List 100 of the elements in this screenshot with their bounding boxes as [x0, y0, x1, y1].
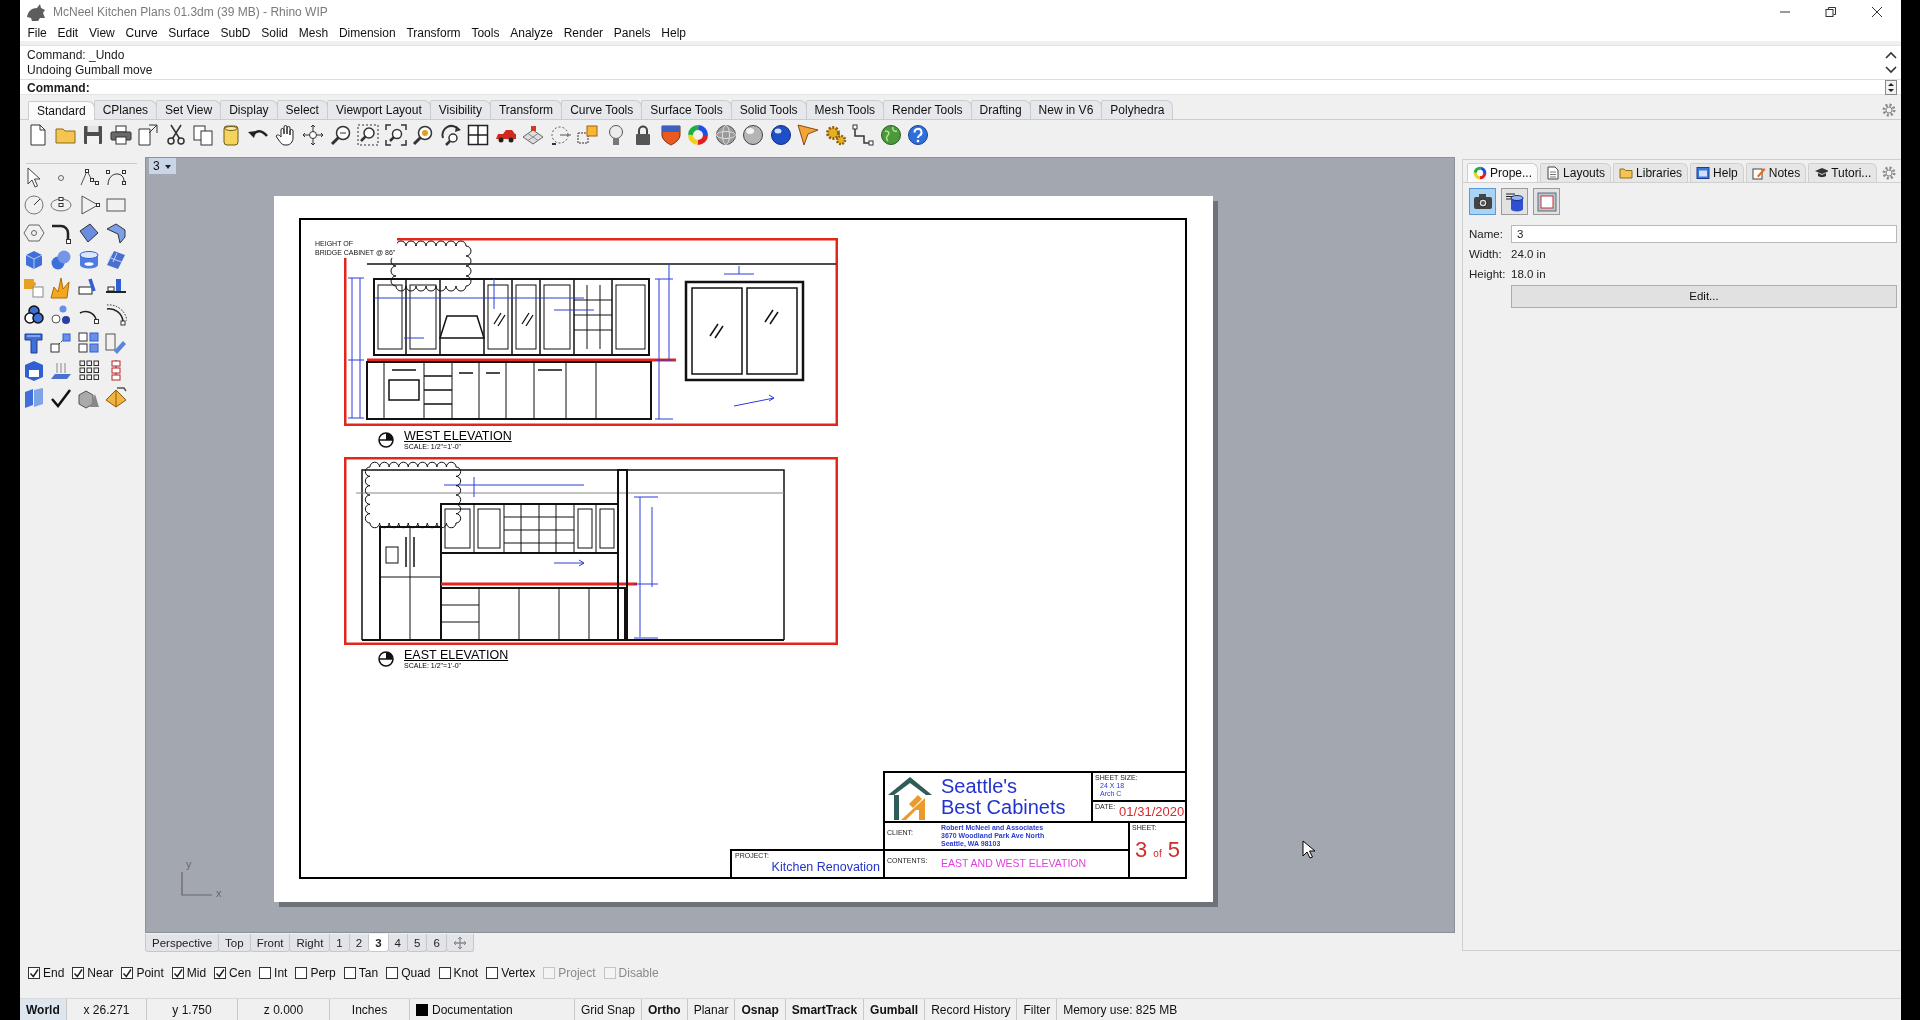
osnap-checkbox[interactable] [343, 966, 356, 979]
menu-item[interactable]: Surface [162, 25, 216, 40]
bent-surface-icon[interactable] [105, 221, 128, 244]
viewport-tab[interactable]: Top [218, 934, 251, 952]
menu-item[interactable]: View [83, 25, 121, 40]
pencil-tip-icon[interactable] [797, 124, 819, 146]
toolbar-tab[interactable]: Select [276, 100, 328, 119]
panel-tab[interactable]: Prope... [1467, 163, 1539, 182]
osnap-checkbox[interactable] [295, 966, 308, 979]
osnap-label[interactable]: Perp [310, 965, 336, 980]
osnap-checkbox[interactable] [438, 966, 451, 979]
toolbar-tab[interactable]: New in V6 [1029, 100, 1103, 119]
toolbar-tab[interactable]: Polyhedra [1101, 100, 1174, 119]
scroll-down-icon[interactable] [1885, 65, 1897, 74]
toolbar-tab[interactable]: Display [220, 100, 278, 119]
panel-tab[interactable]: Tutori... [1808, 163, 1878, 182]
toolbar-tab[interactable]: Mesh Tools [805, 100, 885, 119]
osnap-label[interactable]: Vertex [501, 965, 536, 980]
hexagon-icon[interactable] [22, 221, 45, 244]
toolbar-tab[interactable]: Viewport Layout [326, 100, 431, 119]
settings-icon[interactable] [1881, 101, 1897, 118]
status-toggle[interactable]: SmartTrack [785, 999, 865, 1020]
menu-item[interactable]: Analyze [504, 25, 559, 40]
status-toggle[interactable]: Grid Snap [575, 999, 643, 1020]
export-page-icon[interactable] [137, 124, 159, 146]
menu-item[interactable]: Render [558, 25, 609, 40]
menu-item[interactable]: Curve [120, 25, 163, 40]
restore-icon[interactable] [1825, 6, 1837, 18]
menu-item[interactable]: Mesh [293, 25, 334, 40]
settings-icon[interactable] [1881, 164, 1897, 181]
osnap-checkbox[interactable] [72, 966, 85, 979]
osnap-label[interactable]: Point [136, 965, 164, 980]
globe-icon[interactable] [879, 124, 902, 146]
osnap-label[interactable]: Cen [229, 965, 252, 980]
dashed-circle-icon[interactable] [549, 124, 572, 146]
t-shape-icon[interactable] [22, 331, 45, 354]
dot-cluster-icon[interactable] [50, 304, 73, 327]
zoom-selected-icon[interactable] [412, 124, 434, 146]
osnap-label[interactable]: Tan [358, 965, 379, 980]
osnap-checkbox[interactable] [171, 966, 184, 979]
osnap-label[interactable]: Quad [401, 965, 431, 980]
zoom-extents-icon[interactable] [384, 124, 407, 146]
surface-grid-icon[interactable] [105, 249, 128, 272]
shaded-sphere-icon[interactable] [742, 124, 764, 146]
osnap-label[interactable]: Knot [453, 965, 479, 980]
viewport-title-tab[interactable]: 3 [149, 158, 176, 174]
circle-icon[interactable] [22, 194, 45, 217]
array-squares-icon[interactable] [77, 331, 100, 354]
panel-tab[interactable]: Libraries [1613, 163, 1689, 182]
toolbar-tab[interactable]: Render Tools [883, 100, 972, 119]
menu-item[interactable]: Dimension [333, 25, 401, 40]
shield-icon[interactable] [659, 124, 682, 146]
status-toggle[interactable]: Gumball [864, 999, 926, 1020]
menu-item[interactable]: File [22, 25, 53, 40]
viewport-tab[interactable]: Right [289, 934, 331, 952]
panel-tab[interactable]: Layouts [1540, 163, 1612, 182]
wire-sphere-icon[interactable] [714, 124, 737, 146]
zoom-icon[interactable] [329, 124, 352, 146]
toolbar-tab[interactable]: Solid Tools [730, 100, 807, 119]
move-arrows-icon[interactable] [302, 124, 324, 146]
osnap-checkbox[interactable] [386, 966, 399, 979]
glossy-sphere-icon[interactable] [769, 124, 792, 146]
toolbar-tab[interactable]: Standard [28, 101, 95, 120]
osnap-checkbox[interactable] [259, 966, 272, 979]
book-icon[interactable] [22, 386, 45, 409]
save-icon[interactable] [82, 124, 104, 146]
rotate-view-icon[interactable] [439, 124, 462, 146]
viewport-tab[interactable]: Front [249, 934, 291, 952]
osnap-checkbox[interactable] [28, 966, 40, 979]
status-toggle[interactable]: Planar [687, 999, 736, 1020]
panel-tab[interactable]: Notes [1745, 163, 1807, 182]
cplane-indicator[interactable]: World [20, 999, 67, 1020]
scissors-icon[interactable] [164, 124, 187, 146]
copy-icon[interactable] [192, 124, 214, 146]
grid-plane-icon[interactable] [522, 124, 544, 146]
osnap-checkbox[interactable] [486, 966, 499, 979]
edit-button[interactable]: Edit... [1511, 284, 1897, 308]
printer-icon[interactable] [109, 124, 132, 146]
four-viewports-icon[interactable] [467, 124, 489, 146]
status-toggle[interactable]: Osnap [735, 999, 786, 1020]
units-selector[interactable]: Inches [330, 999, 410, 1020]
osnap-checkbox[interactable] [214, 966, 227, 979]
menu-item[interactable]: Edit [52, 25, 84, 40]
connector-icon[interactable] [852, 124, 874, 146]
toolbar-tab[interactable]: Set View [156, 100, 222, 119]
view-type-button[interactable] [1469, 188, 1496, 215]
color-wheel-icon[interactable] [687, 124, 709, 146]
new-page-icon[interactable] [27, 124, 49, 146]
status-toggle[interactable]: Filter [1017, 999, 1058, 1020]
osnap-label[interactable]: End [43, 965, 65, 980]
pyramid-icon[interactable] [105, 386, 128, 409]
layer-selector[interactable]: Documentation [410, 999, 575, 1020]
name-field[interactable]: 3 [1511, 225, 1897, 243]
view-type-button[interactable] [1501, 188, 1528, 215]
box-icon[interactable] [22, 359, 45, 382]
osnap-label[interactable]: Near [87, 965, 114, 980]
help-icon[interactable] [907, 124, 929, 146]
menu-item[interactable]: Tools [466, 25, 505, 40]
menu-item[interactable]: Solid [255, 25, 294, 40]
toolbar-tab[interactable]: Drafting [970, 100, 1031, 119]
